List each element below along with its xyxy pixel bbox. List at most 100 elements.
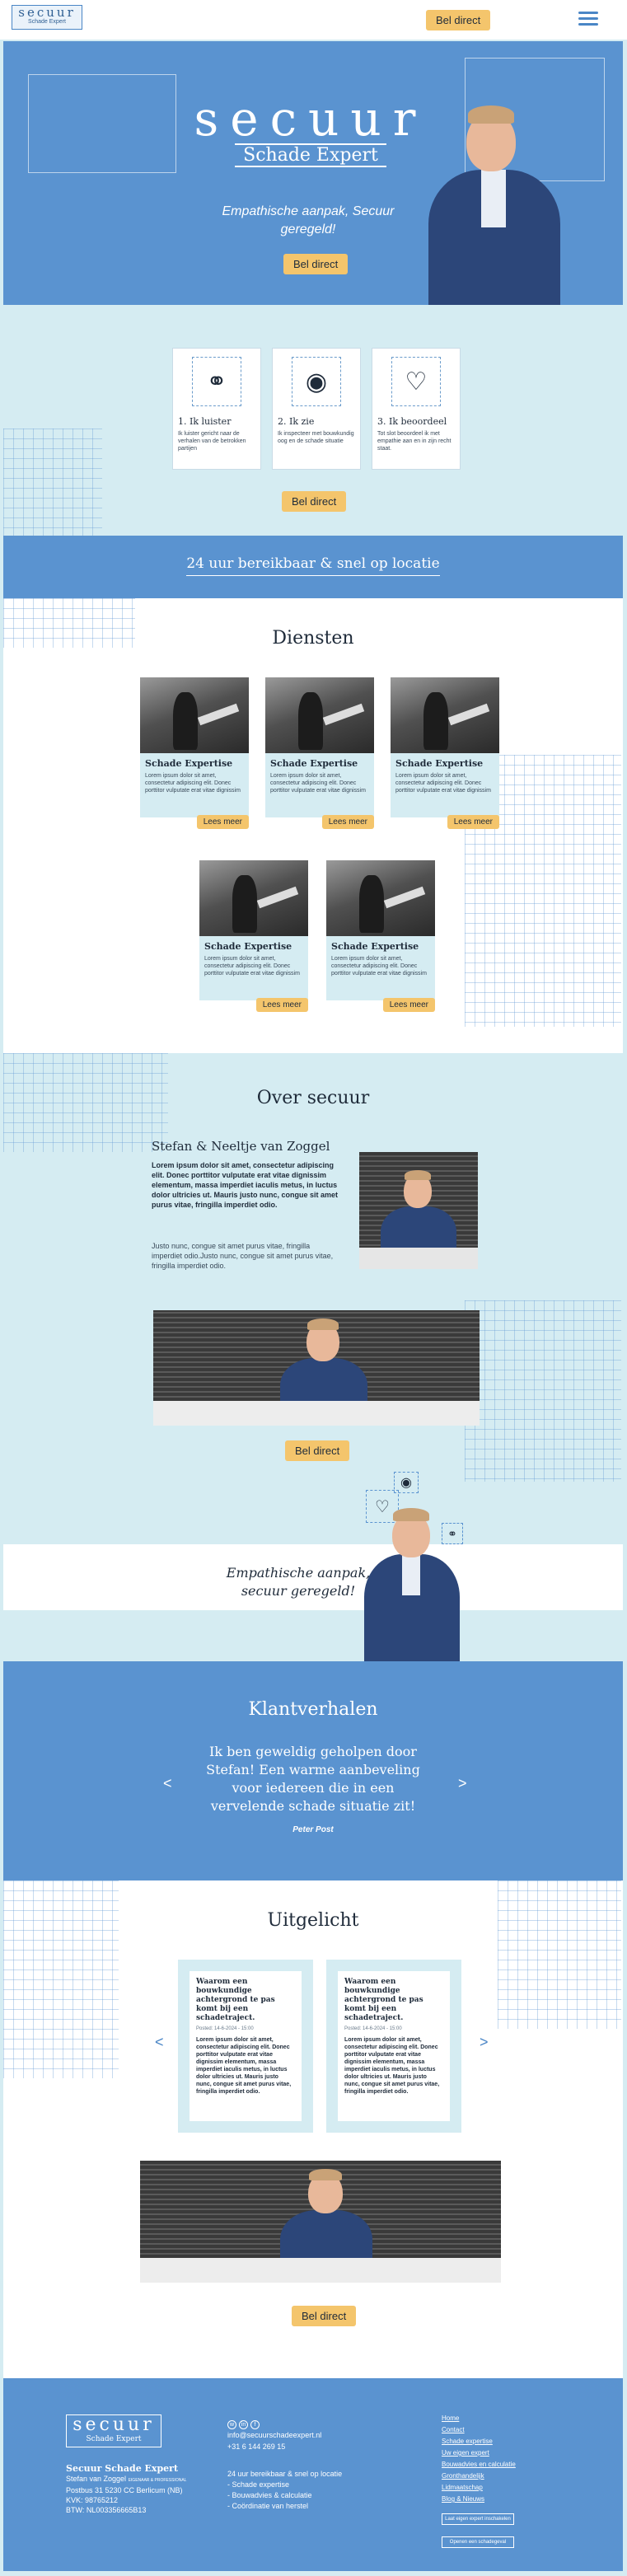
ear-icon: ⚭ — [192, 357, 241, 406]
office-photo — [140, 2161, 501, 2283]
services-title: Diensten — [272, 628, 354, 649]
header-logo[interactable]: secuur Schade Expert — [12, 5, 82, 30]
read-more-button[interactable]: Lees meer — [447, 815, 499, 829]
blog-post-card[interactable]: Waarom een bouwkundige achtergrond te pa… — [326, 1960, 461, 2133]
testimonial-author: Peter Post — [292, 1825, 334, 1834]
read-more-button[interactable]: Lees meer — [382, 998, 435, 1012]
facebook-icon[interactable]: f — [250, 2420, 260, 2429]
service-card: Schade Expertise Lorem ipsum dolor sit a… — [140, 677, 249, 829]
testimonials-title: Klantverhalen — [248, 1699, 378, 1720]
heart-icon: ♡ — [391, 357, 441, 406]
step-title: 2. Ik zie — [278, 416, 315, 427]
footer-service-item: - Schade expertise — [227, 2480, 290, 2489]
about-text: Justo nunc, congue sit amet purus vitae,… — [152, 1242, 334, 1270]
header-logo-subtitle: Schade Expert — [28, 19, 66, 25]
company-btw: BTW: NL003356665B13 — [66, 2506, 147, 2514]
footer-expert-button[interactable]: Laat eigen expert inschakelen — [442, 2513, 514, 2525]
service-title: Schade Expertise — [395, 758, 484, 769]
service-title: Schade Expertise — [270, 758, 358, 769]
testimonial-prev-arrow-icon[interactable]: < — [163, 1775, 172, 1792]
footer-link-eigen-expert[interactable]: Uw eigen expert — [442, 2447, 516, 2459]
step-card: ♡ 3. Ik beoordeel Tot slot beoordeel ik … — [372, 348, 461, 470]
hero-tagline: Empathische aanpak, Secuur geregeld! — [222, 204, 395, 237]
footer-link-blog[interactable]: Blog & Nieuws — [442, 2494, 516, 2505]
services-section: Diensten Schade Expertise Lorem ipsum do… — [3, 598, 623, 1053]
footer-logo-subtitle: Schade Expert — [86, 2435, 142, 2443]
grid-decoration — [28, 74, 176, 173]
post-title: Waarom een bouwkundige achtergrond te pa… — [196, 1978, 275, 2022]
service-title: Schade Expertise — [204, 941, 292, 952]
service-image — [140, 677, 249, 753]
testimonial-next-arrow-icon[interactable]: > — [458, 1775, 467, 1792]
hamburger-menu-icon[interactable] — [578, 12, 598, 26]
service-title: Schade Expertise — [145, 758, 233, 769]
availability-band: 24 uur bereikbaar & snel op locatie — [3, 536, 623, 598]
footer-link-schade-expertise[interactable]: Schade expertise — [442, 2436, 516, 2447]
post-excerpt: Lorem ipsum dolor sit amet, consectetur … — [196, 2037, 292, 2095]
blog-post-card[interactable]: Waarom een bouwkundige achtergrond te pa… — [178, 1960, 313, 2133]
service-card: Schade Expertise Lorem ipsum dolor sit a… — [391, 677, 499, 829]
post-title: Waarom een bouwkundige achtergrond te pa… — [344, 1978, 423, 2022]
grid-decoration — [3, 429, 102, 536]
service-text: Lorem ipsum dolor sit amet, consectetur … — [204, 956, 300, 977]
footer-contact: w in f info@secuurschadeexpert.nl +31 6 14… — [227, 2418, 321, 2452]
footer-link-bouwadvies[interactable]: Bouwadvies en calculatie — [442, 2459, 516, 2471]
footer-link-lidmaatschap[interactable]: Lidmaatschap — [442, 2482, 516, 2494]
footer-link-contact[interactable]: Contact — [442, 2424, 516, 2436]
portrait-image — [423, 102, 564, 305]
footer-phone[interactable]: +31 6 144 269 15 — [227, 2441, 321, 2452]
about-title: Over secuur — [256, 1088, 370, 1108]
page: secuur Schade Expert Bel direct secuur S… — [0, 0, 627, 2576]
step-text: Ik inspecteer met bouwkundig oog en de s… — [278, 431, 354, 444]
read-more-button[interactable]: Lees meer — [255, 998, 308, 1012]
service-card: Schade Expertise Lorem ipsum dolor sit a… — [199, 860, 308, 1012]
tagline-band: Empathische aanpak, secuur geregeld! — [3, 1544, 623, 1610]
hero-call-button[interactable]: Bel direct — [283, 254, 349, 274]
footer-service-item: 24 uur bereikbaar & snel op locatie — [227, 2470, 343, 2478]
grid-decoration — [465, 1300, 621, 1482]
footer-email[interactable]: info@secuurschadeexpert.nl — [227, 2429, 321, 2441]
whatsapp-icon[interactable]: w — [227, 2420, 236, 2429]
featured-section: Uitgelicht < Waarom een bouwkundige acht… — [3, 1880, 623, 2378]
service-image — [265, 677, 374, 753]
testimonials-section: Klantverhalen Ik ben geweldig geholpen d… — [3, 1661, 623, 1880]
step-title: 1. Ik luister — [178, 416, 232, 427]
company-address: Postbus 31 5230 CC Berlicum (NB) — [66, 2486, 183, 2494]
service-text: Lorem ipsum dolor sit amet, consectetur … — [270, 773, 366, 794]
footer-logo-wordmark: secuur — [73, 2414, 155, 2435]
company-kvk: KVK: 98765212 — [66, 2496, 119, 2504]
read-more-button[interactable]: Lees meer — [196, 815, 249, 829]
owner-name: Stefan van Zoggel — [66, 2475, 127, 2483]
footer-link-home[interactable]: Home — [442, 2413, 516, 2424]
post-excerpt: Lorem ipsum dolor sit amet, consectetur … — [344, 2037, 440, 2095]
testimonial-quote: Ik ben geweldig geholpen door Stefan! Ee… — [206, 1744, 420, 1814]
step-card: ◉ 2. Ik zie Ik inspecteer met bouwkundig… — [272, 348, 361, 470]
company-name: Secuur Schade Expert — [66, 2463, 179, 2474]
footer-services: 24 uur bereikbaar & snel op locatie - Sc… — [227, 2469, 342, 2512]
footer-service-item: - Coördinatie van herstel — [227, 2502, 309, 2510]
header-call-button[interactable]: Bel direct — [426, 10, 491, 30]
site-header: secuur Schade Expert Bel direct — [0, 0, 627, 40]
featured-next-arrow-icon[interactable]: > — [480, 2034, 489, 2051]
footer-claim-button[interactable]: Openen een schadegeval — [442, 2536, 514, 2548]
about-call-button[interactable]: Bel direct — [285, 1440, 350, 1461]
featured-title: Uitgelicht — [267, 1910, 359, 1931]
steps-call-button[interactable]: Bel direct — [282, 491, 347, 512]
about-intro: Lorem ipsum dolor sit amet, consectetur … — [152, 1161, 339, 1209]
eye-icon: ◉ — [292, 357, 341, 406]
service-title: Schade Expertise — [331, 941, 419, 952]
hero-logo: secuur Schade Expert — [175, 94, 447, 167]
post-date: Posted: 14-6-2024 - 15:00 — [344, 2026, 402, 2031]
tagline-band-bottom — [3, 1610, 623, 1661]
site-footer: secuur Schade Expert Secuur Schade Exper… — [3, 2378, 623, 2571]
post-date: Posted: 14-6-2024 - 15:00 — [196, 2026, 254, 2031]
read-more-button[interactable]: Lees meer — [321, 815, 374, 829]
linkedin-icon[interactable]: in — [239, 2420, 248, 2429]
footer-logo[interactable]: secuur Schade Expert — [66, 2414, 161, 2447]
service-image — [199, 860, 308, 936]
featured-prev-arrow-icon[interactable]: < — [155, 2034, 164, 2051]
featured-call-button[interactable]: Bel direct — [292, 2306, 357, 2326]
owner-role: EIGENAAR & PROFESSIONAL — [128, 2478, 187, 2483]
footer-link-gronthandelijk[interactable]: Gronthandelijk — [442, 2471, 516, 2482]
footer-service-item: - Bouwadvies & calculatie — [227, 2491, 312, 2499]
